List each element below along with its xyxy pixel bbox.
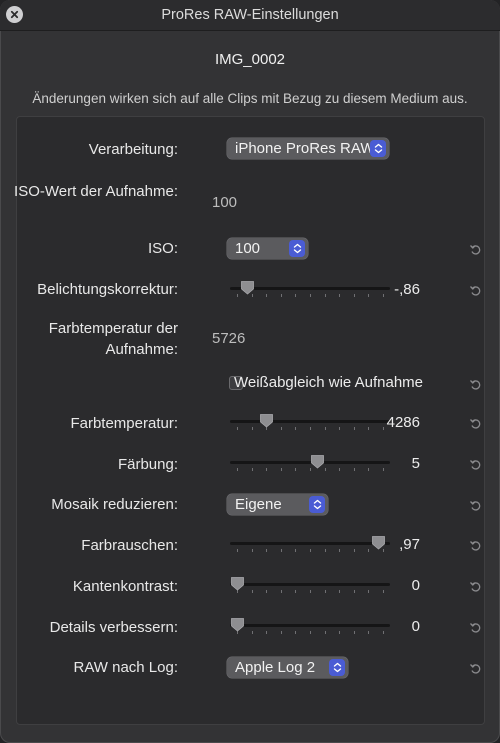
reset-arrow-icon[interactable] (469, 580, 482, 593)
prores-raw-settings-window: ProRes RAW-Einstellungen IMG_0002 Änderu… (0, 0, 500, 743)
up-down-chevron-icon (289, 240, 305, 257)
farbrauschen-label: Farbrauschen: (81, 537, 178, 554)
slider-ticks (230, 549, 390, 552)
slider-ticks (230, 590, 390, 593)
weissabgleich-label[interactable]: Weißabgleich wie Aufnahme (234, 374, 423, 391)
mosaik-popup[interactable]: Eigene (227, 494, 328, 515)
kantenkontrast-slider[interactable] (230, 576, 390, 593)
kantenkontrast-value: 0 (411, 577, 420, 594)
faerbung-label: Färbung: (117, 456, 178, 473)
farbtemperatur-slider[interactable] (230, 413, 390, 430)
faerbung-value: 5 (411, 455, 420, 472)
reset-arrow-icon[interactable] (469, 458, 482, 471)
farbtemperatur-label: Farbtemperatur: (70, 415, 178, 432)
slider-track (230, 624, 390, 627)
up-down-chevron-icon (370, 140, 386, 157)
iso-popup[interactable]: 100 (227, 238, 308, 259)
farbrauschen-value: ,97 (399, 536, 420, 553)
reset-arrow-icon[interactable] (469, 499, 482, 512)
slider-thumb[interactable] (310, 454, 325, 469)
reset-arrow-icon[interactable] (469, 417, 482, 430)
farbtemperatur-value: 4286 (386, 414, 420, 431)
info-text: Änderungen wirken sich auf alle Clips mi… (32, 91, 468, 106)
slider-track (230, 542, 390, 545)
verarbeitung-value: iPhone ProRes RAW (235, 140, 375, 157)
slider-thumb[interactable] (230, 617, 245, 632)
belichtung-label: Belichtungskorrektur: (37, 281, 178, 298)
slider-track (230, 583, 390, 586)
mosaik-label: Mosaik reduzieren: (51, 496, 178, 513)
reset-arrow-icon[interactable] (469, 662, 482, 675)
iso-aufnahme-value: 100 (212, 194, 238, 211)
slider-ticks (230, 631, 390, 634)
slider-thumb[interactable] (240, 280, 255, 295)
belichtung-value: -,86 (394, 281, 420, 298)
settings-panel: Verarbeitung: iPhone ProRes RAW ISO-Wert… (14, 116, 485, 725)
farbrauschen-slider[interactable] (230, 535, 390, 552)
faerbung-slider[interactable] (230, 454, 390, 471)
farbtemp-aufnahme-label: Farbtemperatur der Aufnahme: (48, 320, 178, 358)
reset-arrow-icon[interactable] (469, 243, 482, 256)
iso-value: 100 (235, 240, 261, 257)
reset-arrow-icon[interactable] (469, 378, 482, 391)
iso-label: ISO: (147, 240, 178, 257)
verarbeitung-label: Verarbeitung: (88, 141, 178, 158)
details-slider[interactable] (230, 617, 390, 634)
slider-thumb[interactable] (371, 535, 386, 550)
up-down-chevron-icon (309, 496, 325, 513)
slider-track (230, 420, 390, 423)
reset-arrow-icon[interactable] (469, 621, 482, 634)
up-down-chevron-icon (329, 659, 345, 676)
raw-log-label: RAW nach Log: (73, 659, 179, 676)
slider-thumb[interactable] (259, 413, 274, 428)
slider-thumb[interactable] (230, 576, 245, 591)
reset-arrow-icon[interactable] (469, 539, 482, 552)
title-bar: ProRes RAW-Einstellungen (0, 0, 500, 31)
slider-ticks (230, 427, 390, 430)
mosaik-value: Eigene (235, 496, 282, 513)
kantenkontrast-label: Kantenkontrast: (72, 578, 178, 595)
details-value: 0 (411, 618, 420, 635)
verarbeitung-popup[interactable]: iPhone ProRes RAW (227, 138, 389, 159)
raw-log-value: Apple Log 2 (235, 659, 316, 676)
details-label: Details verbessern: (49, 619, 178, 636)
reset-arrow-icon[interactable] (469, 284, 482, 297)
belichtung-slider[interactable] (230, 280, 390, 297)
raw-log-popup[interactable]: Apple Log 2 (227, 657, 348, 678)
clip-name: IMG_0002 (214, 51, 286, 68)
window-title: ProRes RAW-Einstellungen (161, 7, 339, 23)
iso-aufnahme-label: ISO-Wert der Aufnahme: (14, 183, 178, 200)
farbtemp-aufnahme-value: 5726 (212, 330, 246, 347)
